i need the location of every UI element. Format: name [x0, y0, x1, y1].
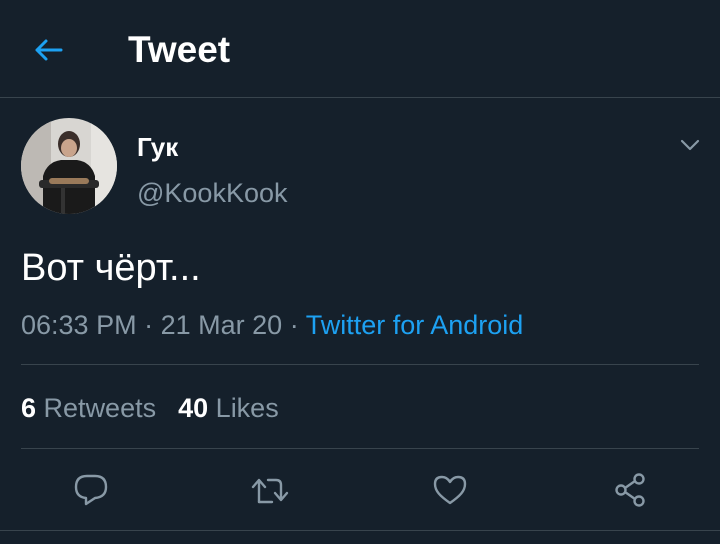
tweet-meta: 06:33 PM · 21 Mar 20 · Twitter for Andro…: [21, 309, 523, 341]
tweet-date: 21 Mar 20: [160, 310, 283, 340]
retweets-label: Retweets: [43, 393, 157, 423]
chevron-down-icon: [680, 139, 700, 151]
likes-stat[interactable]: 40 Likes: [178, 393, 279, 423]
retweet-icon: [251, 478, 289, 504]
divider: [21, 448, 699, 449]
avatar-image: [21, 118, 117, 214]
meta-separator: ·: [289, 310, 299, 340]
likes-label: Likes: [215, 393, 279, 423]
arrow-left-icon: [35, 39, 63, 61]
retweets-stat[interactable]: 6 Retweets: [21, 393, 156, 423]
back-button[interactable]: [24, 28, 72, 72]
tweet-source-link[interactable]: Twitter for Android: [306, 310, 524, 340]
avatar[interactable]: [21, 118, 117, 214]
tweet-stats: 6 Retweets 40 Likes: [21, 392, 279, 424]
reply-button[interactable]: [69, 470, 113, 510]
like-button[interactable]: [428, 470, 472, 510]
display-name[interactable]: Гук: [137, 131, 178, 163]
tweet-menu-button[interactable]: [672, 130, 708, 160]
page-title: Tweet: [128, 29, 231, 70]
retweets-count: 6: [21, 393, 37, 423]
tweet-text: Вот чёрт...: [21, 247, 201, 289]
meta-separator: ·: [144, 310, 154, 340]
tweet-time: 06:33 PM: [21, 310, 137, 340]
share-button[interactable]: [608, 470, 652, 510]
retweet-button[interactable]: [248, 470, 292, 510]
tweet-actions: [0, 462, 720, 518]
reply-icon: [74, 474, 108, 506]
share-icon: [615, 473, 645, 507]
likes-count: 40: [178, 393, 209, 423]
top-app-bar: Tweet: [0, 0, 720, 98]
user-handle: @KookKook: [137, 178, 288, 208]
divider: [0, 530, 720, 531]
divider: [21, 364, 699, 365]
heart-icon: [433, 475, 467, 505]
